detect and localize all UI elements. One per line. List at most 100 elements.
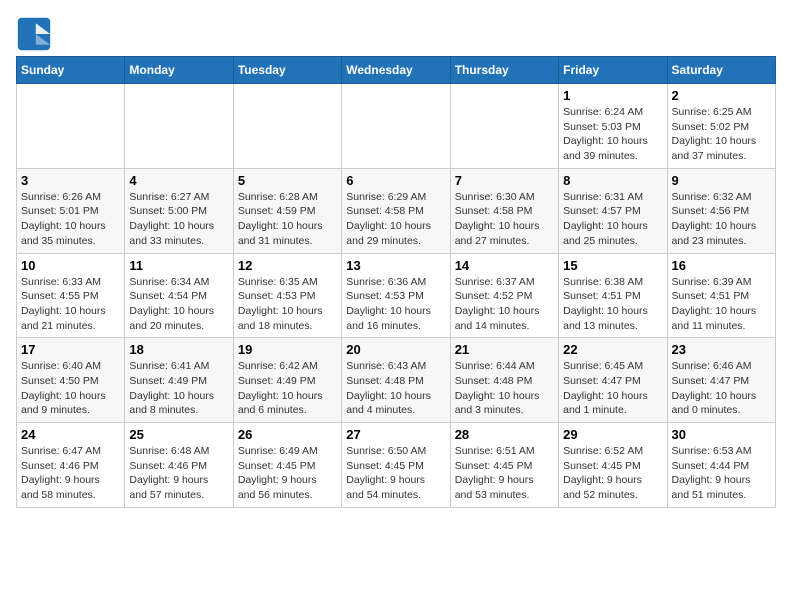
calendar-cell: 12 Sunrise: 6:35 AM Sunset: 4:53 PM Dayli… xyxy=(233,253,341,338)
calendar-header: SundayMondayTuesdayWednesdayThursdayFrid… xyxy=(17,57,776,84)
calendar-cell: 8 Sunrise: 6:31 AM Sunset: 4:57 PM Daylig… xyxy=(559,168,667,253)
day-number: 11 xyxy=(129,258,228,273)
day-number: 27 xyxy=(346,427,445,442)
day-number: 16 xyxy=(672,258,771,273)
calendar-cell: 3 Sunrise: 6:26 AM Sunset: 5:01 PM Daylig… xyxy=(17,168,125,253)
weekday-row: SundayMondayTuesdayWednesdayThursdayFrid… xyxy=(17,57,776,84)
day-number: 25 xyxy=(129,427,228,442)
calendar-body: 1Sunrise: 6:24 AM Sunset: 5:03 PM Daylig… xyxy=(17,84,776,508)
day-number: 10 xyxy=(21,258,120,273)
day-info: Sunrise: 6:33 AM Sunset: 4:55 PM Dayligh… xyxy=(21,275,120,334)
calendar-cell: 24Sunrise: 6:47 AM Sunset: 4:46 PM Dayli… xyxy=(17,423,125,508)
calendar-cell xyxy=(233,84,341,169)
calendar-cell: 2Sunrise: 6:25 AM Sunset: 5:02 PM Daylig… xyxy=(667,84,775,169)
calendar-cell: 11 Sunrise: 6:34 AM Sunset: 4:54 PM Dayli… xyxy=(125,253,233,338)
calendar-cell: 18 Sunrise: 6:41 AM Sunset: 4:49 PM Dayli… xyxy=(125,338,233,423)
calendar-cell: 26 Sunrise: 6:49 AM Sunset: 4:45 PM Dayli… xyxy=(233,423,341,508)
calendar-cell xyxy=(342,84,450,169)
day-info: Sunrise: 6:41 AM Sunset: 4:49 PM Dayligh… xyxy=(129,359,228,418)
calendar-table: SundayMondayTuesdayWednesdayThursdayFrid… xyxy=(16,56,776,508)
day-number: 8 xyxy=(563,173,662,188)
calendar-cell: 27 Sunrise: 6:50 AM Sunset: 4:45 PM Dayli… xyxy=(342,423,450,508)
day-number: 21 xyxy=(455,342,554,357)
calendar-cell: 25 Sunrise: 6:48 AM Sunset: 4:46 PM Dayli… xyxy=(125,423,233,508)
day-info: Sunrise: 6:48 AM Sunset: 4:46 PM Dayligh… xyxy=(129,444,228,503)
calendar-cell: 14 Sunrise: 6:37 AM Sunset: 4:52 PM Dayli… xyxy=(450,253,558,338)
calendar-cell: 10 Sunrise: 6:33 AM Sunset: 4:55 PM Dayli… xyxy=(17,253,125,338)
day-info: Sunrise: 6:46 AM Sunset: 4:47 PM Dayligh… xyxy=(672,359,771,418)
day-number: 7 xyxy=(455,173,554,188)
day-info: Sunrise: 6:34 AM Sunset: 4:54 PM Dayligh… xyxy=(129,275,228,334)
day-info: Sunrise: 6:31 AM Sunset: 4:57 PM Dayligh… xyxy=(563,190,662,249)
calendar-week: 1Sunrise: 6:24 AM Sunset: 5:03 PM Daylig… xyxy=(17,84,776,169)
weekday-header: Sunday xyxy=(17,57,125,84)
calendar-cell xyxy=(125,84,233,169)
calendar-cell: 19 Sunrise: 6:42 AM Sunset: 4:49 PM Dayli… xyxy=(233,338,341,423)
day-number: 12 xyxy=(238,258,337,273)
day-number: 23 xyxy=(672,342,771,357)
calendar-cell: 17Sunrise: 6:40 AM Sunset: 4:50 PM Dayli… xyxy=(17,338,125,423)
weekday-header: Monday xyxy=(125,57,233,84)
calendar-cell: 5 Sunrise: 6:28 AM Sunset: 4:59 PM Daylig… xyxy=(233,168,341,253)
weekday-header: Friday xyxy=(559,57,667,84)
calendar-cell: 23 Sunrise: 6:46 AM Sunset: 4:47 PM Dayli… xyxy=(667,338,775,423)
day-number: 4 xyxy=(129,173,228,188)
day-number: 5 xyxy=(238,173,337,188)
calendar-cell: 30 Sunrise: 6:53 AM Sunset: 4:44 PM Dayli… xyxy=(667,423,775,508)
day-number: 3 xyxy=(21,173,120,188)
day-info: Sunrise: 6:53 AM Sunset: 4:44 PM Dayligh… xyxy=(672,444,771,503)
logo xyxy=(16,16,58,52)
calendar-cell: 16 Sunrise: 6:39 AM Sunset: 4:51 PM Dayli… xyxy=(667,253,775,338)
calendar-week: 17Sunrise: 6:40 AM Sunset: 4:50 PM Dayli… xyxy=(17,338,776,423)
weekday-header: Thursday xyxy=(450,57,558,84)
calendar-cell: 29Sunrise: 6:52 AM Sunset: 4:45 PM Dayli… xyxy=(559,423,667,508)
day-info: Sunrise: 6:42 AM Sunset: 4:49 PM Dayligh… xyxy=(238,359,337,418)
calendar-cell: 28Sunrise: 6:51 AM Sunset: 4:45 PM Dayli… xyxy=(450,423,558,508)
day-info: Sunrise: 6:35 AM Sunset: 4:53 PM Dayligh… xyxy=(238,275,337,334)
day-number: 20 xyxy=(346,342,445,357)
day-number: 19 xyxy=(238,342,337,357)
day-info: Sunrise: 6:29 AM Sunset: 4:58 PM Dayligh… xyxy=(346,190,445,249)
day-info: Sunrise: 6:40 AM Sunset: 4:50 PM Dayligh… xyxy=(21,359,120,418)
day-number: 1 xyxy=(563,88,662,103)
day-number: 2 xyxy=(672,88,771,103)
calendar-week: 3 Sunrise: 6:26 AM Sunset: 5:01 PM Daylig… xyxy=(17,168,776,253)
calendar-week: 10 Sunrise: 6:33 AM Sunset: 4:55 PM Dayli… xyxy=(17,253,776,338)
calendar-cell: 15 Sunrise: 6:38 AM Sunset: 4:51 PM Dayli… xyxy=(559,253,667,338)
day-info: Sunrise: 6:50 AM Sunset: 4:45 PM Dayligh… xyxy=(346,444,445,503)
day-number: 13 xyxy=(346,258,445,273)
day-info: Sunrise: 6:30 AM Sunset: 4:58 PM Dayligh… xyxy=(455,190,554,249)
day-number: 24 xyxy=(21,427,120,442)
day-info: Sunrise: 6:26 AM Sunset: 5:01 PM Dayligh… xyxy=(21,190,120,249)
day-number: 30 xyxy=(672,427,771,442)
day-info: Sunrise: 6:39 AM Sunset: 4:51 PM Dayligh… xyxy=(672,275,771,334)
day-info: Sunrise: 6:49 AM Sunset: 4:45 PM Dayligh… xyxy=(238,444,337,503)
calendar-cell: 7 Sunrise: 6:30 AM Sunset: 4:58 PM Daylig… xyxy=(450,168,558,253)
day-number: 22 xyxy=(563,342,662,357)
day-number: 26 xyxy=(238,427,337,442)
calendar-cell xyxy=(17,84,125,169)
calendar-cell: 20 Sunrise: 6:43 AM Sunset: 4:48 PM Dayli… xyxy=(342,338,450,423)
day-number: 14 xyxy=(455,258,554,273)
day-number: 18 xyxy=(129,342,228,357)
page-header xyxy=(16,16,776,52)
calendar-cell xyxy=(450,84,558,169)
calendar-cell: 9Sunrise: 6:32 AM Sunset: 4:56 PM Daylig… xyxy=(667,168,775,253)
calendar-cell: 13Sunrise: 6:36 AM Sunset: 4:53 PM Dayli… xyxy=(342,253,450,338)
day-info: Sunrise: 6:44 AM Sunset: 4:48 PM Dayligh… xyxy=(455,359,554,418)
day-info: Sunrise: 6:45 AM Sunset: 4:47 PM Dayligh… xyxy=(563,359,662,418)
weekday-header: Saturday xyxy=(667,57,775,84)
day-info: Sunrise: 6:28 AM Sunset: 4:59 PM Dayligh… xyxy=(238,190,337,249)
calendar-cell: 21 Sunrise: 6:44 AM Sunset: 4:48 PM Dayli… xyxy=(450,338,558,423)
day-number: 15 xyxy=(563,258,662,273)
logo-icon xyxy=(16,16,52,52)
day-number: 28 xyxy=(455,427,554,442)
day-info: Sunrise: 6:43 AM Sunset: 4:48 PM Dayligh… xyxy=(346,359,445,418)
weekday-header: Wednesday xyxy=(342,57,450,84)
day-number: 29 xyxy=(563,427,662,442)
calendar-cell: 6Sunrise: 6:29 AM Sunset: 4:58 PM Daylig… xyxy=(342,168,450,253)
day-info: Sunrise: 6:32 AM Sunset: 4:56 PM Dayligh… xyxy=(672,190,771,249)
day-info: Sunrise: 6:37 AM Sunset: 4:52 PM Dayligh… xyxy=(455,275,554,334)
day-info: Sunrise: 6:38 AM Sunset: 4:51 PM Dayligh… xyxy=(563,275,662,334)
weekday-header: Tuesday xyxy=(233,57,341,84)
